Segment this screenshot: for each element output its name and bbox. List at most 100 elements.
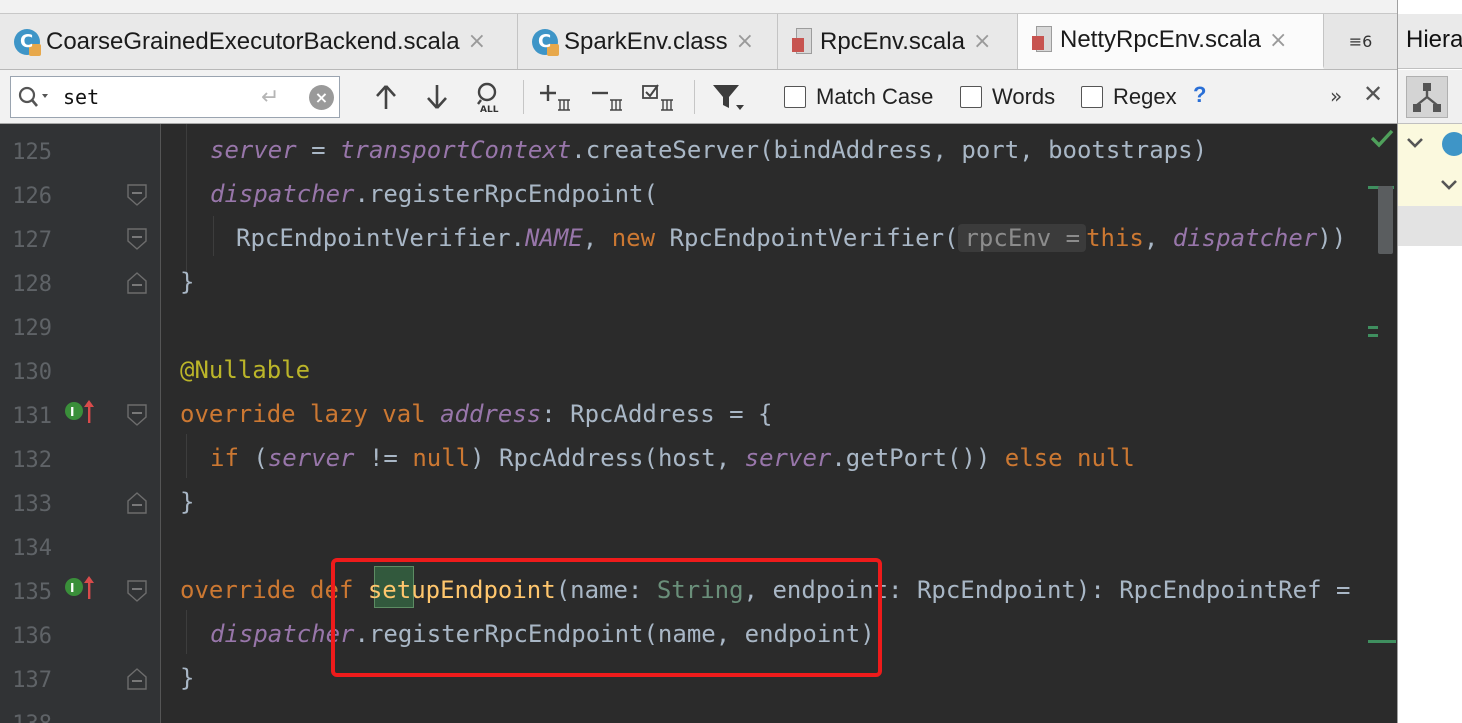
chevron-down-icon[interactable]	[1406, 136, 1424, 150]
line-number: 130	[12, 360, 52, 385]
no-problems-check-icon[interactable]	[1370, 128, 1394, 148]
new-line-icon[interactable]: ↵	[261, 85, 279, 110]
previous-occurrence-button[interactable]	[370, 80, 402, 114]
parameter-hint: rpcEnv =	[958, 224, 1087, 252]
regex-help-link[interactable]: ?	[1193, 82, 1206, 108]
line-number: 131	[12, 404, 52, 429]
find-toolbar: ↵ × ALL	[0, 70, 1397, 124]
match-case-checkbox[interactable]: Match Case	[784, 82, 933, 112]
fold-end-icon[interactable]	[127, 272, 147, 294]
line-number: 129	[12, 316, 52, 341]
add-occurrence-button[interactable]	[538, 80, 574, 114]
hierarchy-toolbar	[1398, 70, 1462, 124]
line-number: 135	[12, 580, 52, 605]
select-all-icon	[642, 84, 673, 111]
line-number: 134	[12, 536, 52, 561]
arrow-up-icon	[376, 85, 396, 109]
tab-label: CoarseGrainedExecutorBackend.scala	[46, 27, 460, 55]
fold-start-icon[interactable]	[127, 228, 147, 250]
line-number: 125	[12, 140, 52, 165]
svg-text:ALL: ALL	[480, 105, 499, 114]
line-number: 138	[8, 712, 52, 723]
hierarchy-tree[interactable]	[1398, 124, 1462, 206]
toolbar-separator	[694, 80, 695, 114]
checkbox-box[interactable]	[784, 86, 806, 108]
add-selection-icon	[540, 85, 570, 111]
scala-file-icon	[792, 27, 814, 56]
close-tab-icon[interactable]: ×	[1269, 28, 1287, 53]
code-line: @Nullable	[180, 356, 311, 384]
tab-label: RpcEnv.scala	[820, 27, 965, 55]
select-all-occurrences-button[interactable]: ALL	[470, 80, 506, 114]
hierarchy-header: Hiera	[1398, 14, 1462, 69]
close-tab-icon[interactable]: ×	[468, 29, 486, 54]
close-search-icon[interactable]: ✕	[1363, 80, 1383, 108]
tab-bar-top-strip	[0, 0, 1397, 14]
highlight-annotation-box	[331, 558, 882, 677]
tab-netty-rpc-env[interactable]: NettyRpcEnv.scala ×	[1018, 14, 1324, 69]
editor-scrollbar-thumb[interactable]	[1378, 186, 1393, 254]
indent-guide	[186, 434, 187, 478]
line-number: 126	[12, 184, 52, 209]
svg-text:I: I	[70, 581, 74, 595]
line-number: 128	[12, 272, 52, 297]
tab-rpc-env[interactable]: RpcEnv.scala ×	[778, 14, 1018, 69]
search-input[interactable]	[63, 81, 253, 113]
next-occurrence-button[interactable]	[421, 80, 453, 114]
words-checkbox[interactable]: Words	[960, 82, 1055, 112]
chevron-down-icon[interactable]	[1440, 178, 1458, 192]
checkbox-box[interactable]	[1081, 86, 1103, 108]
fold-start-icon[interactable]	[127, 184, 147, 206]
hierarchy-panel: Hiera	[1397, 0, 1462, 723]
scala-class-locked-icon	[532, 28, 559, 56]
implements-method-icon[interactable]: I	[64, 398, 94, 424]
tab-overflow-button[interactable]: ≡6	[1324, 14, 1397, 69]
close-tab-icon[interactable]: ×	[973, 29, 991, 54]
regex-checkbox[interactable]: Regex	[1081, 82, 1177, 112]
filter-funnel-icon	[713, 85, 744, 110]
checkbox-box[interactable]	[960, 86, 982, 108]
toolbar-separator	[523, 80, 524, 114]
search-box: ↵ ×	[10, 76, 340, 118]
filter-search-results-button[interactable]	[708, 80, 748, 114]
hierarchy-selected-row[interactable]	[1398, 206, 1462, 246]
search-history-icon[interactable]	[17, 85, 51, 109]
code-line: }	[180, 488, 195, 516]
fold-end-icon[interactable]	[127, 668, 147, 690]
line-number: 136	[12, 624, 52, 649]
error-stripe-marker[interactable]	[1368, 640, 1396, 643]
tab-label: NettyRpcEnv.scala	[1060, 26, 1261, 53]
code-line: override lazy val address: RpcAddress = …	[180, 400, 773, 428]
fold-start-icon[interactable]	[127, 580, 147, 602]
tab-coarse-grained-executor-backend[interactable]: CoarseGrainedExecutorBackend.scala ×	[0, 14, 518, 69]
code-line: RpcEndpointVerifier.NAME, new RpcEndpoin…	[236, 224, 1347, 252]
code-line: dispatcher.registerRpcEndpoint(	[210, 180, 658, 208]
clear-search-icon[interactable]: ×	[309, 85, 334, 110]
error-stripe-marker[interactable]	[1368, 334, 1378, 337]
line-number: 132	[12, 448, 52, 473]
subtypes-hierarchy-button[interactable]	[1406, 76, 1448, 118]
gutter-border	[160, 124, 161, 723]
remove-selection-icon	[592, 91, 622, 111]
match-case-label: Match Case	[816, 84, 934, 109]
error-stripe-marker[interactable]	[1368, 326, 1378, 329]
more-options-chevron-icon[interactable]: »	[1330, 84, 1342, 108]
implements-method-icon[interactable]: I	[64, 574, 94, 600]
indent-guide	[213, 216, 214, 256]
scala-file-icon	[1032, 26, 1054, 54]
fold-start-icon[interactable]	[127, 404, 147, 426]
select-all-matches-button[interactable]	[641, 80, 677, 114]
remove-occurrence-button[interactable]	[590, 80, 626, 114]
code-editor[interactable]: 125 126 127 128 129 130 131 132 133 134 …	[0, 124, 1397, 723]
line-number: 133	[12, 492, 52, 517]
hierarchy-title: Hiera	[1406, 26, 1462, 53]
svg-text:I: I	[70, 405, 74, 419]
tab-spark-env[interactable]: SparkEnv.class ×	[518, 14, 778, 69]
class-icon	[1442, 132, 1462, 156]
scala-class-locked-icon	[14, 28, 41, 56]
arrow-down-icon	[427, 85, 447, 109]
regex-label: Regex	[1113, 84, 1177, 109]
indent-guide	[186, 610, 187, 654]
fold-end-icon[interactable]	[127, 492, 147, 514]
close-tab-icon[interactable]: ×	[736, 29, 754, 54]
